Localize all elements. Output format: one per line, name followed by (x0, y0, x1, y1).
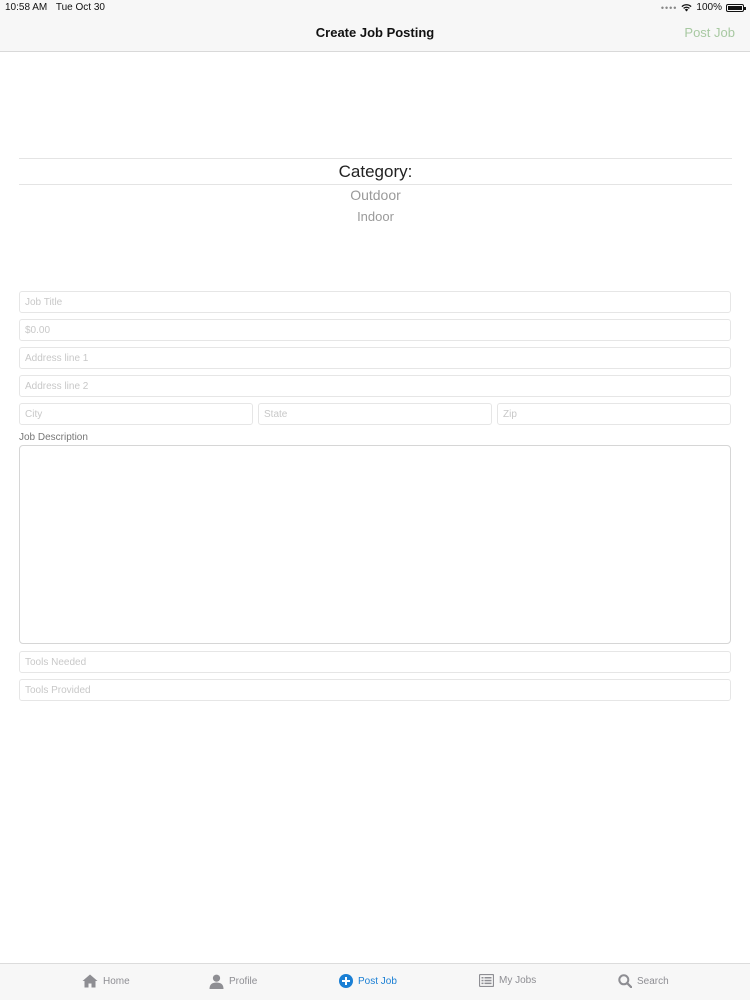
state-input[interactable] (258, 403, 492, 425)
picker-selected-row[interactable]: Category: (19, 162, 732, 182)
address-line-2-input[interactable] (19, 375, 731, 397)
plus-circle-icon (339, 974, 353, 988)
tools-provided-input[interactable] (19, 679, 731, 701)
picker-option-outdoor[interactable]: Outdoor (19, 187, 732, 203)
signal-icon: •••• (660, 2, 678, 13)
job-description-textarea[interactable] (19, 445, 731, 644)
picker-divider (19, 158, 732, 159)
tab-label: Search (637, 975, 669, 987)
zip-input[interactable] (497, 403, 731, 425)
wifi-icon (681, 4, 692, 12)
picker-divider (19, 184, 732, 185)
page-title: Create Job Posting (315, 25, 435, 40)
tab-bar: Home Profile Post Job My Jobs Search (0, 963, 750, 1000)
status-time: 10:58 AM (5, 2, 48, 13)
tab-post-job[interactable]: Post Job (339, 974, 397, 988)
battery-percent: 100% (696, 2, 722, 13)
screen: 10:58 AM Tue Oct 30 •••• 100% Create Job… (0, 0, 750, 1000)
person-icon (209, 974, 224, 989)
tab-my-jobs[interactable]: My Jobs (479, 974, 536, 987)
search-icon (618, 974, 632, 988)
job-title-input[interactable] (19, 291, 731, 313)
category-picker[interactable]: Category: Outdoor Indoor (19, 158, 732, 248)
tab-label: Profile (229, 976, 258, 987)
address-line-1-input[interactable] (19, 347, 731, 369)
pay-input[interactable] (19, 319, 731, 341)
battery-icon (726, 3, 746, 12)
tab-profile[interactable]: Profile (209, 974, 257, 989)
tools-needed-input[interactable] (19, 651, 731, 673)
status-date: Tue Oct 30 (55, 2, 105, 13)
tab-search[interactable]: Search (618, 974, 669, 988)
city-input[interactable] (19, 403, 253, 425)
tab-label: Home (103, 975, 130, 987)
picker-option-indoor[interactable]: Indoor (19, 209, 732, 224)
job-description-label: Job Description (19, 432, 88, 443)
navigation-bar: Create Job Posting Post Job (0, 16, 750, 52)
tab-home[interactable]: Home (82, 974, 130, 988)
tab-label: Post Job (358, 975, 397, 987)
tab-label: My Jobs (499, 975, 537, 986)
list-icon (479, 974, 494, 987)
status-bar: 10:58 AM Tue Oct 30 •••• 100% (0, 0, 750, 16)
post-job-button[interactable]: Post Job (684, 25, 735, 40)
home-icon (82, 974, 98, 988)
